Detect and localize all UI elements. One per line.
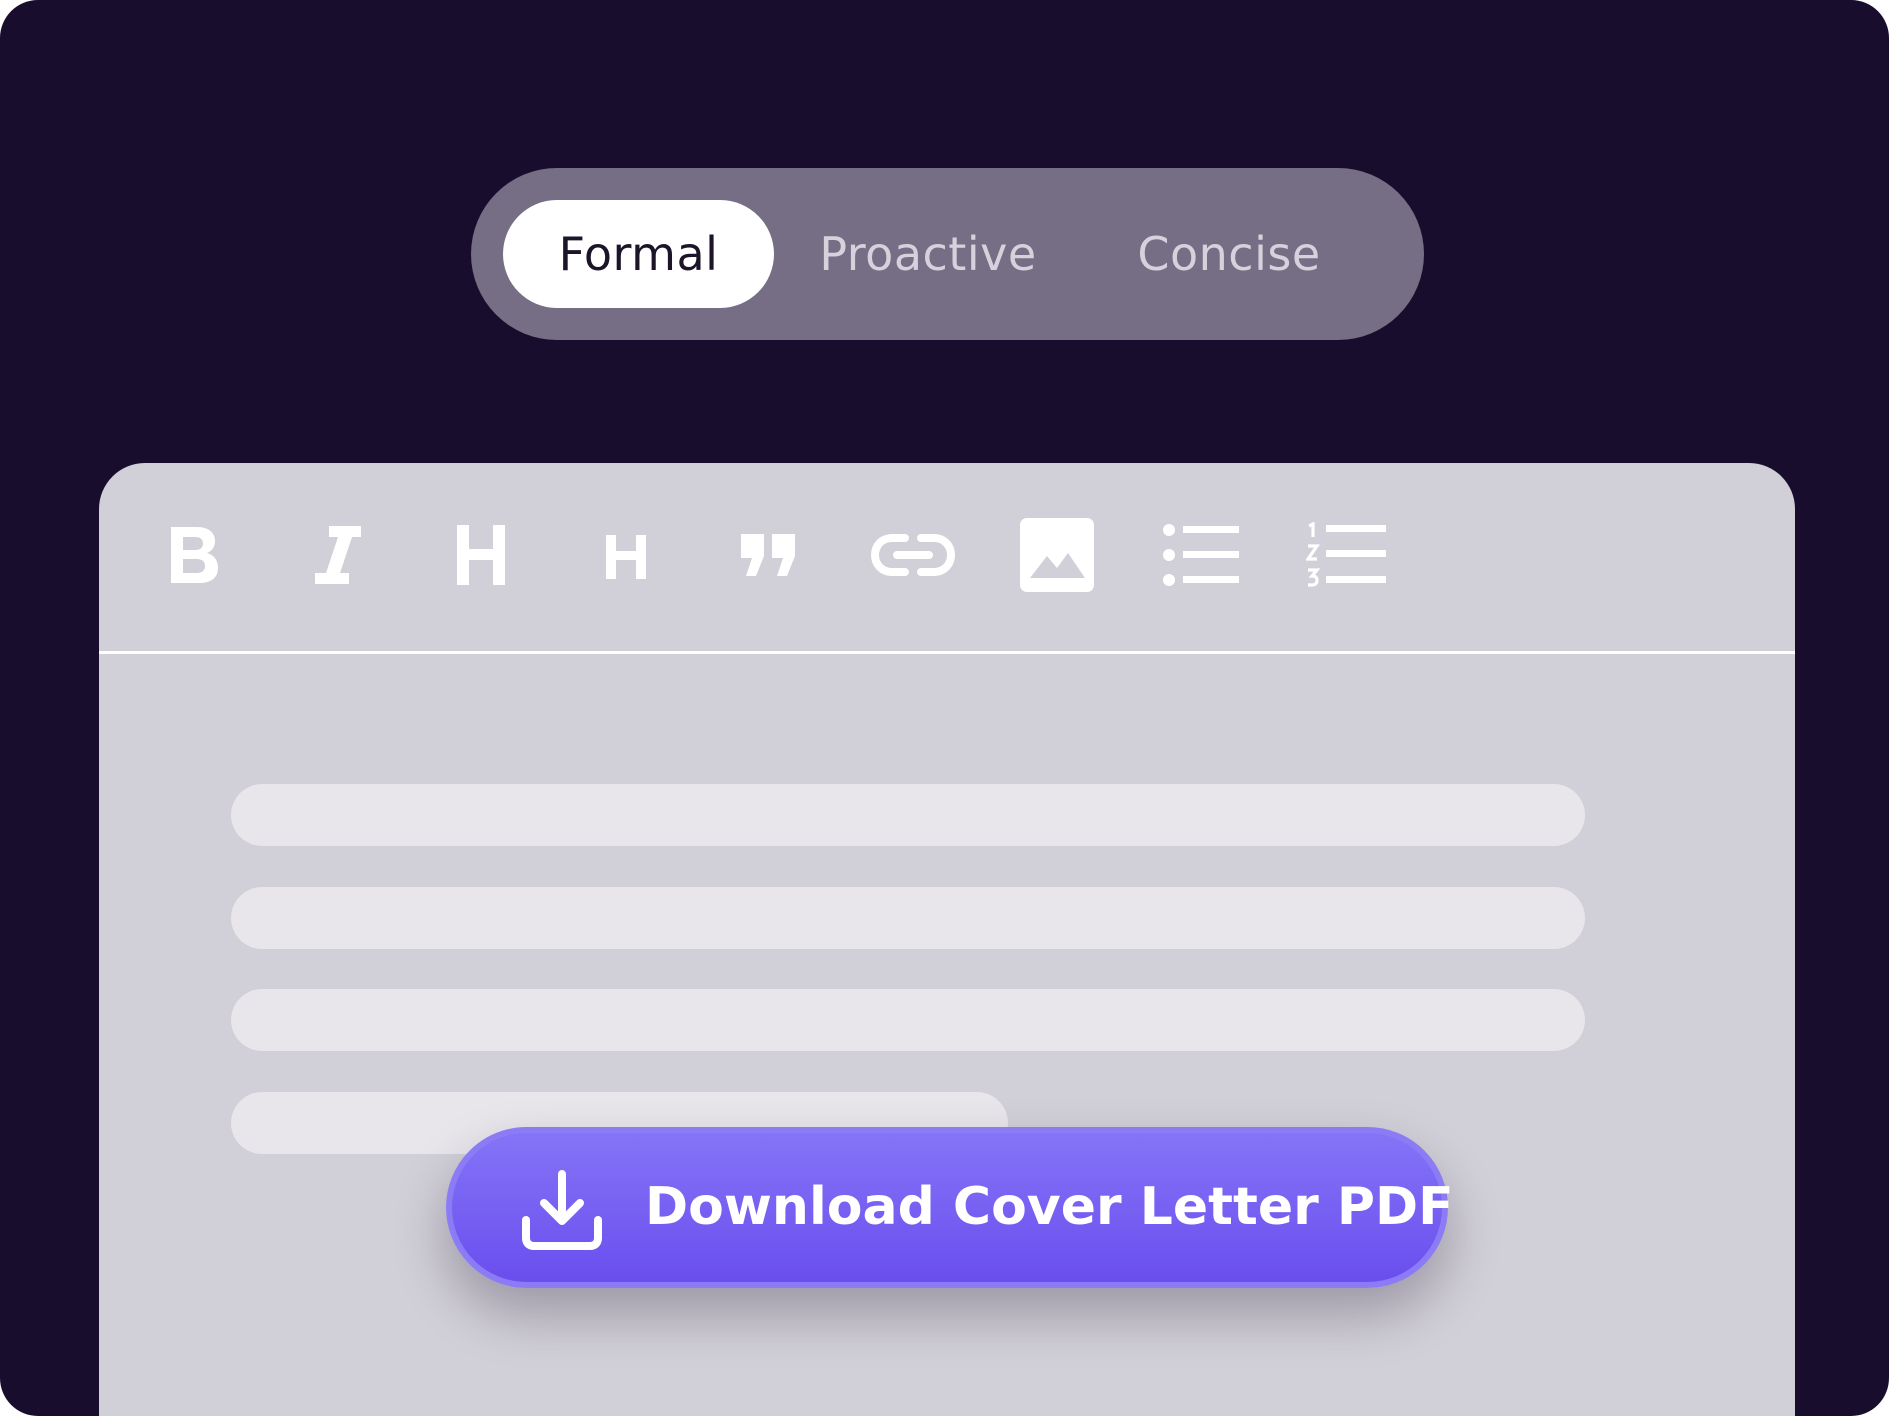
placeholder-text-line	[231, 989, 1585, 1051]
heading-large-icon	[457, 525, 505, 585]
toolbar-divider	[99, 651, 1795, 654]
insert-image-button[interactable]	[1009, 507, 1105, 603]
numbered-list-icon	[1306, 522, 1386, 587]
bullet-list-icon	[1163, 524, 1239, 586]
italic-button[interactable]	[289, 507, 385, 603]
bold-button[interactable]	[147, 507, 243, 603]
download-icon	[522, 1170, 602, 1250]
formatting-toolbar	[99, 463, 1795, 651]
bold-icon	[171, 527, 218, 583]
quote-icon	[741, 534, 795, 576]
numbered-list-button[interactable]	[1298, 507, 1394, 603]
link-button[interactable]	[865, 507, 961, 603]
placeholder-text-line	[231, 784, 1585, 846]
tone-selector: Formal Proactive Concise	[471, 168, 1424, 340]
bullet-list-button[interactable]	[1153, 507, 1249, 603]
tone-option-proactive[interactable]: Proactive	[789, 200, 1067, 308]
image-icon	[1020, 518, 1094, 592]
download-pdf-button[interactable]: Download Cover Letter PDF	[446, 1127, 1454, 1288]
heading-small-icon	[606, 535, 646, 579]
heading-2-button[interactable]	[578, 507, 674, 603]
app-frame: Formal Proactive Concise Download Cover …	[0, 0, 1889, 1416]
blockquote-button[interactable]	[721, 507, 817, 603]
tone-option-concise[interactable]: Concise	[1097, 200, 1361, 308]
download-button-label: Download Cover Letter PDF	[645, 1177, 1454, 1237]
placeholder-text-line	[231, 887, 1585, 949]
link-icon	[870, 534, 956, 576]
heading-1-button[interactable]	[433, 507, 529, 603]
tone-option-formal[interactable]: Formal	[503, 200, 774, 308]
italic-icon	[315, 526, 361, 584]
